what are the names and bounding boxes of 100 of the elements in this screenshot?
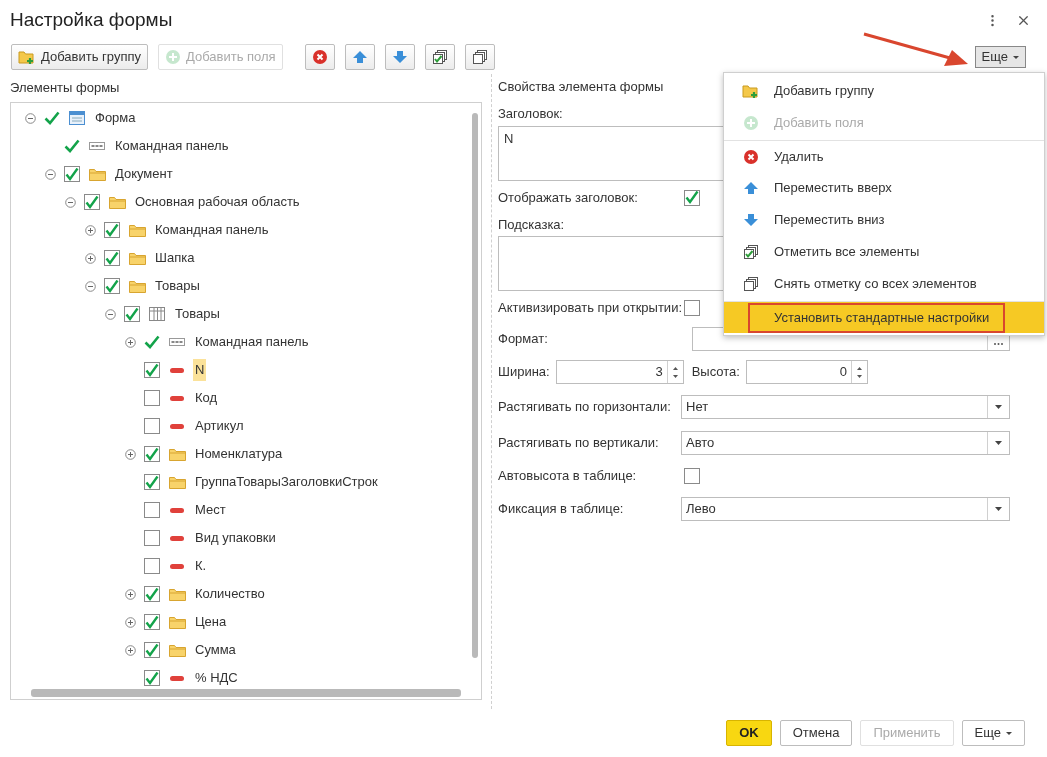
tree-item-label[interactable]: Номенклатура [193,443,285,465]
checkbox[interactable] [104,278,120,294]
collapse-icon[interactable] [84,280,96,292]
vertical-scrollbar[interactable] [472,113,478,658]
tree-item-label[interactable]: Форма [93,107,138,129]
checkbox[interactable] [104,250,120,266]
checkbox[interactable] [144,390,160,406]
spin-down-icon[interactable] [672,374,678,378]
tree-row[interactable]: Основная рабочая область [11,188,481,216]
collapse-icon[interactable] [24,112,36,124]
checkbox[interactable] [104,222,120,238]
tree-row[interactable]: N [11,356,481,384]
checkbox[interactable] [144,670,160,686]
menu-item[interactable]: Установить стандартные настройки [724,301,1044,333]
tree-item-label[interactable]: Товары [173,303,222,325]
checkbox[interactable] [144,558,160,574]
tree-row[interactable]: Форма [11,104,481,132]
tree-row[interactable]: Документ [11,160,481,188]
expand-icon[interactable] [84,252,96,264]
horizontal-scrollbar[interactable] [31,689,461,697]
dialog-button[interactable]: Еще [961,720,1025,746]
tree-row[interactable]: Артикул [11,412,481,440]
tree-item-label[interactable]: Основная рабочая область [133,191,302,213]
spin-up-icon[interactable] [856,366,862,370]
checkbox[interactable] [144,446,160,462]
checkbox[interactable] [64,166,80,182]
tree-row[interactable]: Код [11,384,481,412]
menu-item[interactable]: Переместить вверх [724,172,1044,204]
tree-item-label[interactable]: Документ [113,163,175,185]
checkbox[interactable] [144,474,160,490]
dialog-button[interactable]: Отмена [779,720,853,746]
expand-icon[interactable] [124,588,136,600]
more-button[interactable]: Еще [974,46,1026,68]
tree-row[interactable]: Количество [11,580,481,608]
expand-icon[interactable] [124,336,136,348]
tree-row[interactable]: Вид упаковки [11,524,481,552]
toolbar-icon-button[interactable] [384,44,415,70]
tree-row[interactable]: Шапка [11,244,481,272]
tree-row[interactable]: % НДС [11,664,481,689]
dropdown-field[interactable]: Лево [681,497,1010,521]
checkbox[interactable] [144,614,160,630]
spin-up-icon[interactable] [672,366,678,370]
menu-item[interactable]: Переместить вниз [724,204,1044,236]
tree-item-label[interactable]: Товары [153,275,202,297]
tree-item-label[interactable]: Количество [193,583,267,605]
checkbox[interactable] [684,468,700,484]
number-field[interactable]: 3 [555,360,684,384]
checkbox[interactable] [144,502,160,518]
check-mark-icon[interactable] [64,139,80,153]
toolbar-icon-button[interactable] [424,44,455,70]
tree-item-label[interactable]: Код [193,387,220,409]
tree-item-label[interactable]: Сумма [193,639,238,661]
check-mark-icon[interactable] [144,335,160,349]
tree-item-label[interactable]: Цена [193,611,229,633]
checkbox[interactable] [144,418,160,434]
tree-item-label[interactable]: Шапка [153,247,197,269]
tree-item-label[interactable]: Командная панель [153,219,271,241]
checkbox[interactable] [144,362,160,378]
tree-row[interactable]: Командная панель [11,216,481,244]
menu-item[interactable]: Удалить [724,140,1044,172]
dropdown-field[interactable]: Нет [681,395,1010,419]
menu-item[interactable]: Снять отметку со всех элементов [724,268,1044,300]
toolbar-button[interactable]: Добавить группу [11,44,148,70]
checkbox[interactable] [144,530,160,546]
tree-item-label[interactable]: Вид упаковки [193,527,278,549]
toolbar-icon-button[interactable] [344,44,375,70]
tree-item-label[interactable]: Мест [193,499,228,521]
tree-row[interactable]: К. [11,552,481,580]
tree-item-label[interactable]: Командная панель [193,331,311,353]
tree-row[interactable]: Цена [11,608,481,636]
dropdown-field[interactable]: Авто [681,431,1010,455]
tree-item-label[interactable]: Командная панель [113,135,231,157]
tree-row[interactable]: ГруппаТоварыЗаголовкиСтрок [11,468,481,496]
tree-item-label[interactable]: ГруппаТоварыЗаголовкиСтрок [193,471,380,493]
tree-row[interactable]: Командная панель [11,132,481,160]
expand-icon[interactable] [124,644,136,656]
tree-row[interactable]: Номенклатура [11,440,481,468]
tree-item-label[interactable]: К. [193,555,209,577]
expand-icon[interactable] [124,448,136,460]
expand-icon[interactable] [84,224,96,236]
tree-item-label[interactable]: N [193,359,207,381]
checkbox[interactable] [144,642,160,658]
collapse-icon[interactable] [64,196,76,208]
collapse-icon[interactable] [44,168,56,180]
tree-row[interactable]: Командная панель [11,328,481,356]
spin-down-icon[interactable] [856,374,862,378]
tree-row[interactable]: Товары [11,272,481,300]
tree-item-label[interactable]: Артикул [193,415,246,437]
number-field[interactable]: 0 [745,360,868,384]
tree-row[interactable]: Мест [11,496,481,524]
toolbar-icon-button[interactable] [464,44,495,70]
checkbox[interactable] [124,306,140,322]
toolbar-icon-button[interactable] [304,44,335,70]
expand-icon[interactable] [124,616,136,628]
menu-item[interactable]: Добавить группу [724,75,1044,107]
tree-item-label[interactable]: % НДС [193,667,240,689]
menu-item[interactable]: Отметить все элементы [724,236,1044,268]
checkbox[interactable] [684,189,700,206]
dialog-button[interactable]: OK [726,720,772,746]
tree-row[interactable]: Сумма [11,636,481,664]
